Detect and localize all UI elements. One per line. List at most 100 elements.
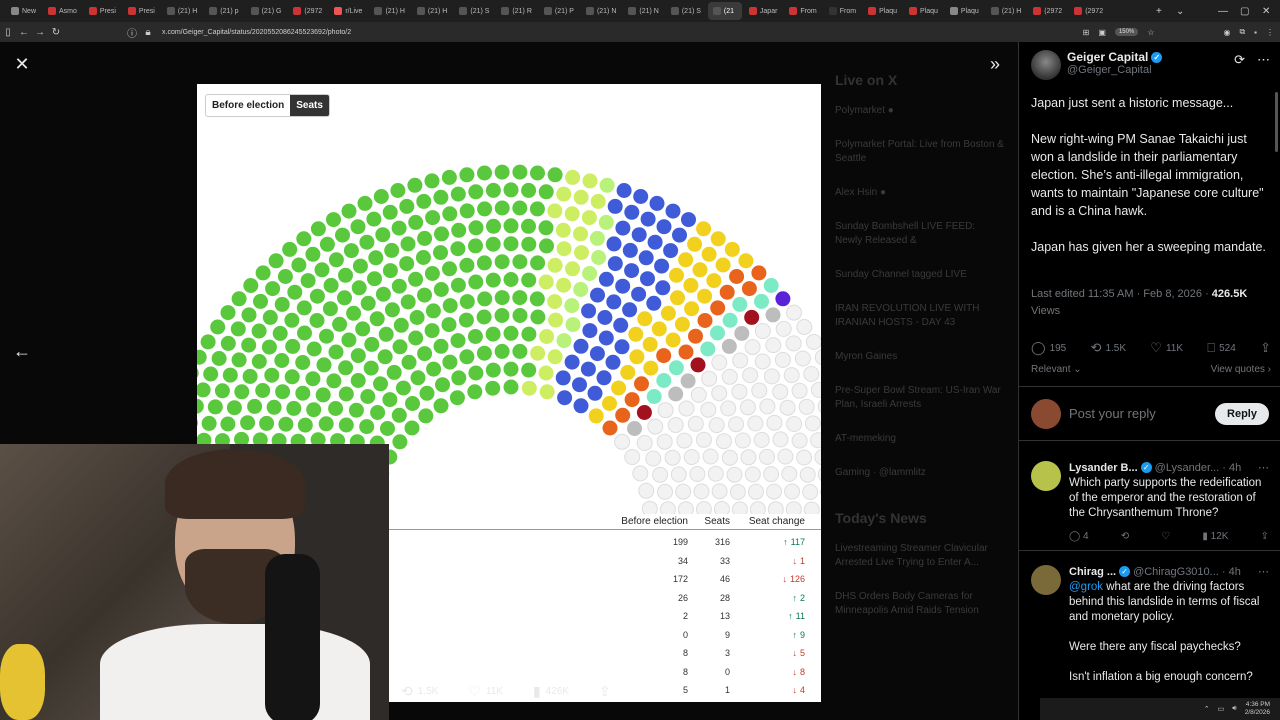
panel-scrollbar[interactable] bbox=[1275, 92, 1278, 152]
menu-icon[interactable]: ⋮ bbox=[1266, 28, 1274, 37]
browser-tab[interactable]: (21) S bbox=[454, 2, 494, 20]
comment-views-action[interactable]: ▮ 12K bbox=[1202, 531, 1228, 542]
browser-tab[interactable]: (21) S bbox=[666, 2, 706, 20]
comment-item[interactable]: Lysander B... ✓ @Lysander... · 4h ⋯ Which p… bbox=[1019, 453, 1280, 551]
browser-tab[interactable]: (21) P bbox=[539, 2, 579, 20]
new-tab-button[interactable]: + bbox=[1156, 0, 1162, 22]
before-election-tab[interactable]: Before election bbox=[206, 95, 290, 116]
comment-repost-action[interactable]: ⟲ bbox=[1121, 531, 1129, 542]
browser-tab[interactable]: (21) H bbox=[986, 2, 1026, 20]
forward-icon[interactable]: → bbox=[32, 27, 48, 38]
browser-tab[interactable]: From bbox=[784, 2, 821, 20]
browser-tab[interactable]: Plaqu bbox=[904, 2, 943, 20]
comment-share-action[interactable]: ⇪ bbox=[1261, 531, 1269, 542]
browser-tab[interactable]: (21) H bbox=[412, 2, 452, 20]
grok-icon[interactable]: ⟳ bbox=[1234, 52, 1245, 68]
browser-tab[interactable]: Japar bbox=[744, 2, 783, 20]
cell-before: 26 bbox=[677, 592, 688, 603]
author-name[interactable]: Geiger Capital bbox=[1067, 50, 1148, 64]
browser-tab[interactable]: Asmo bbox=[43, 2, 82, 20]
commenter-avatar[interactable] bbox=[1031, 565, 1061, 595]
browser-tab[interactable]: (21) G bbox=[246, 2, 287, 20]
network-icon[interactable]: ▭ bbox=[1218, 705, 1225, 713]
sidebar-icon[interactable]: ▯ bbox=[0, 27, 16, 38]
share-stat[interactable]: ⇪ bbox=[599, 683, 611, 700]
install-app-icon[interactable]: ⊞ bbox=[1083, 28, 1090, 37]
author-avatar[interactable] bbox=[1031, 50, 1061, 80]
commenter-handle[interactable]: @Lysander... · 4h bbox=[1155, 462, 1242, 474]
browser-tab[interactable]: (21 bbox=[707, 2, 742, 20]
browser-tab[interactable]: (21) R bbox=[496, 2, 536, 20]
seats-tab[interactable]: Seats bbox=[290, 95, 329, 116]
clock[interactable]: 4:36 PM 2/8/2026 bbox=[1245, 701, 1270, 717]
browser-tab[interactable]: (21) H bbox=[162, 2, 202, 20]
close-window-button[interactable]: ✕ bbox=[1262, 0, 1270, 22]
browser-tab[interactable]: (21) p bbox=[204, 2, 243, 20]
seat-dot bbox=[335, 227, 350, 243]
tweet-author[interactable]: Geiger Capital ✓ @Geiger_Capital bbox=[1031, 50, 1163, 80]
browser-tab[interactable]: (2972 bbox=[1069, 2, 1108, 20]
views-stat[interactable]: ▮ 426K bbox=[533, 683, 569, 700]
more-options-icon[interactable]: ⋯ bbox=[1258, 565, 1269, 578]
previous-image-icon[interactable]: ← bbox=[8, 337, 36, 365]
browser-tab[interactable]: r/Live bbox=[329, 2, 367, 20]
bookmark-action[interactable]: ⎕ 524 bbox=[1207, 340, 1236, 356]
seat-dot bbox=[259, 415, 275, 431]
tab-list-icon[interactable]: ⌄ bbox=[1176, 0, 1184, 22]
reload-icon[interactable]: ↻ bbox=[48, 27, 64, 38]
comment-like-action[interactable]: ♡ bbox=[1161, 531, 1170, 542]
tray-overflow-icon[interactable]: ⌃ bbox=[1204, 705, 1210, 713]
sort-relevant-dropdown[interactable]: Relevant ⌄ bbox=[1031, 364, 1082, 375]
browser-tab[interactable]: (21) N bbox=[581, 2, 621, 20]
seat-dot bbox=[433, 189, 449, 205]
browser-tab[interactable]: (21) H bbox=[369, 2, 409, 20]
commenter-avatar[interactable] bbox=[1031, 461, 1061, 491]
url-field[interactable]: x.com/Geiger_Capital/status/202055208624… bbox=[162, 29, 351, 36]
more-options-icon[interactable]: ⋯ bbox=[1257, 52, 1270, 68]
like-action[interactable]: ♡ 11K bbox=[1150, 340, 1183, 356]
comment-reply-action[interactable]: ◯ 4 bbox=[1069, 531, 1089, 542]
expand-panel-icon[interactable]: » bbox=[981, 50, 1009, 78]
browser-tab[interactable]: (2972 bbox=[1028, 2, 1067, 20]
reply-button[interactable]: Reply bbox=[1215, 402, 1269, 425]
view-quotes-link[interactable]: View quotes › bbox=[1211, 364, 1271, 375]
maximize-button[interactable]: ▢ bbox=[1240, 0, 1249, 22]
repost-stat[interactable]: ⟲ 1.5K bbox=[401, 683, 438, 700]
commenter-name[interactable]: Chirag ... bbox=[1069, 566, 1116, 578]
browser-tab[interactable]: New bbox=[6, 2, 41, 20]
edited-timestamp[interactable]: Last edited 11:35 AM · Feb 8, 2026 · bbox=[1031, 288, 1212, 300]
repost-action[interactable]: ⟲ 1.5K bbox=[1091, 340, 1126, 356]
reply-action[interactable]: ◯ 195 bbox=[1031, 340, 1066, 356]
author-handle[interactable]: @Geiger_Capital bbox=[1067, 64, 1162, 76]
zoom-level[interactable]: 150% bbox=[1114, 28, 1139, 36]
seat-dot bbox=[530, 165, 545, 181]
comment-item[interactable]: Chirag ... ✓ @ChiragG3010... · 4h ⋯ @grok w… bbox=[1019, 557, 1280, 693]
share-action[interactable]: ⇪ bbox=[1260, 340, 1271, 356]
current-user-avatar[interactable] bbox=[1031, 398, 1061, 429]
extensions-icon[interactable]: ⧉ bbox=[1239, 27, 1245, 37]
browser-tab[interactable]: Plaqu bbox=[945, 2, 984, 20]
back-icon[interactable]: ← bbox=[16, 27, 32, 38]
commenter-handle[interactable]: @ChiragG3010... · 4h bbox=[1133, 566, 1241, 578]
like-stat[interactable]: ♡ 11K bbox=[468, 683, 503, 700]
reply-input[interactable]: Post your reply bbox=[1069, 406, 1207, 421]
grok-mention-link[interactable]: @grok bbox=[1069, 581, 1103, 593]
browser-tab[interactable]: Plaqu bbox=[863, 2, 902, 20]
minimize-button[interactable]: — bbox=[1218, 0, 1228, 22]
browser-tab[interactable]: (21) N bbox=[623, 2, 663, 20]
extension-badge-icon[interactable]: ▪ bbox=[1254, 28, 1257, 37]
screenshot-icon[interactable]: ▣ bbox=[1098, 28, 1106, 37]
close-viewer-icon[interactable]: ✕ bbox=[8, 50, 36, 78]
site-info-icon[interactable]: ⓘ bbox=[124, 25, 140, 40]
more-options-icon[interactable]: ⋯ bbox=[1258, 461, 1269, 474]
commenter-name[interactable]: Lysander B... bbox=[1069, 462, 1138, 474]
browser-tab[interactable]: Presi bbox=[84, 2, 121, 20]
account-icon[interactable]: ◉ bbox=[1223, 28, 1230, 37]
volume-icon[interactable]: 🔊︎ bbox=[1232, 705, 1236, 713]
browser-tab[interactable]: From bbox=[824, 2, 861, 20]
arrow-down-icon: ↓ bbox=[792, 555, 797, 566]
browser-tab[interactable]: Presi bbox=[123, 2, 160, 20]
browser-tab[interactable]: (2972 bbox=[288, 2, 327, 20]
bookmark-star-icon[interactable]: ☆ bbox=[1147, 28, 1154, 37]
view-toggle[interactable]: Before election Seats bbox=[205, 94, 330, 117]
